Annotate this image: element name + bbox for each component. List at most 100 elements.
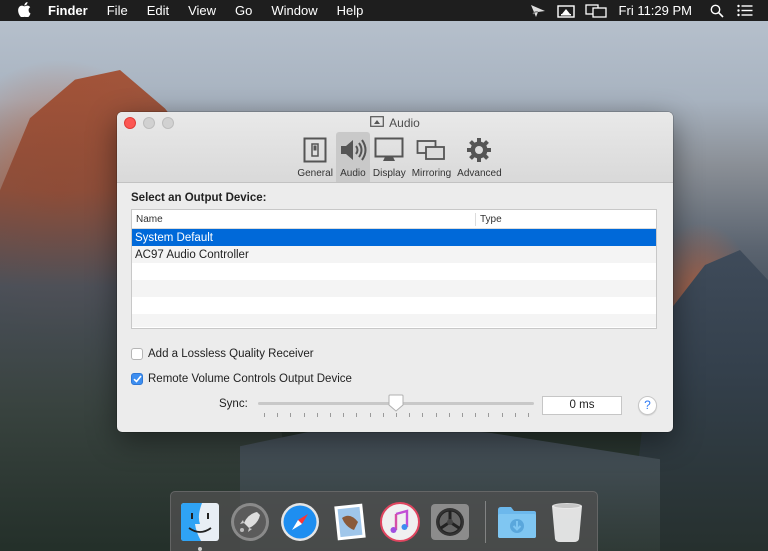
dock-itunes[interactable] [379,501,421,543]
slider-tick [369,413,371,417]
dock-mail[interactable] [329,501,371,543]
lossless-receiver-label: Add a Lossless Quality Receiver [148,347,314,360]
tab-audio-label: Audio [340,168,366,179]
tab-display-label: Display [372,168,406,179]
table-row-empty [132,263,656,280]
menu-edit[interactable]: Edit [147,3,169,18]
slider-tick [303,413,305,417]
finder-icon [181,502,219,541]
mirroring-icon [416,135,446,165]
checkmark-icon [132,374,142,383]
airplay-audio-icon [370,116,385,130]
tab-mirroring[interactable]: Mirroring [409,132,454,182]
slider-tick [435,413,437,417]
speaker-icon [339,135,367,165]
preferences-toolbar: General Audio Display Mirroring Advanced [117,132,673,182]
airplay-receiver-icon[interactable] [529,4,547,18]
gear-icon [466,135,492,165]
device-name: AC97 Audio Controller [135,248,249,261]
dock-trash[interactable] [546,501,588,543]
menu-window[interactable]: Window [271,3,317,18]
help-button[interactable]: ? [638,396,657,415]
slider-tick [528,413,529,417]
audio-preferences-window: Audio General Audio Display Mirroring Ad… [117,112,673,432]
tab-mirroring-label: Mirroring [411,168,452,179]
slider-tick [330,413,331,417]
lossless-receiver-checkbox[interactable] [131,347,143,360]
switch-icon [303,135,327,165]
slider-tick [356,413,358,417]
downloads-folder-icon [498,506,536,538]
slider-tick [396,413,397,417]
slider-tick [277,413,279,417]
output-device-table: Name Type System Default AC97 Audio Cont… [131,209,657,329]
menu-view[interactable]: View [188,3,216,18]
dock-system-preferences[interactable] [429,501,471,543]
sync-slider[interactable] [258,393,534,421]
slider-tick [290,413,292,417]
tab-general-label: General [297,168,333,179]
airplay-audio-icon[interactable] [556,4,575,18]
itunes-icon [380,501,420,542]
dock-finder[interactable] [179,501,221,551]
window-title: Audio [117,116,673,130]
window-titlebar[interactable]: Audio General Audio Display Mirroring Ad… [117,112,673,183]
slider-tick [448,413,450,417]
table-row[interactable]: System Default [132,229,656,246]
sync-label: Sync: [219,398,248,410]
menu-app-finder[interactable]: Finder [48,3,88,18]
menu-bar: Finder File Edit View Go Window Help Fri… [0,0,768,21]
apple-menu-icon[interactable] [16,1,32,20]
table-row-empty [132,280,656,297]
slider-tick [343,413,345,417]
dock-launchpad[interactable] [229,501,271,543]
dock [170,491,598,551]
window-title-text: Audio [389,116,420,130]
menu-help[interactable]: Help [337,3,364,18]
slider-tick [422,413,424,417]
slider-tick [409,413,411,417]
lossless-receiver-option[interactable]: Add a Lossless Quality Receiver [131,341,659,366]
sync-value-field[interactable]: 0 ms [542,396,622,415]
notification-center-icon[interactable] [736,4,754,18]
menu-go[interactable]: Go [235,3,252,18]
search-icon[interactable] [708,4,726,18]
table-row[interactable]: AC97 Audio Controller [132,246,656,263]
tab-advanced[interactable]: Advanced [454,132,504,182]
device-name: System Default [135,231,213,244]
remote-volume-option[interactable]: Remote Volume Controls Output Device [131,366,659,391]
safari-icon [281,502,319,541]
remote-volume-checkbox[interactable] [131,372,143,385]
audio-pane: Select an Output Device: Name Type Syste… [117,183,673,423]
dock-safari[interactable] [279,501,321,543]
table-row-empty [132,297,656,314]
slider-tick [316,413,318,417]
dock-downloads[interactable] [496,501,538,543]
sync-row: Sync: 0 ms ? [131,393,659,423]
trash-icon [552,502,582,542]
menu-file[interactable]: File [107,3,128,18]
slider-thumb[interactable] [388,394,404,412]
running-indicator [198,546,202,551]
output-device-heading: Select an Output Device: [131,192,267,204]
slider-tick [264,413,265,417]
remote-volume-label: Remote Volume Controls Output Device [148,372,352,385]
launchpad-icon [231,502,269,541]
slider-tick [382,413,384,417]
menu-clock[interactable]: Fri 11:29 PM [619,3,692,18]
tab-display[interactable]: Display [370,132,409,182]
tab-advanced-label: Advanced [457,168,502,179]
display-mirroring-icon[interactable] [584,3,607,18]
tab-general[interactable]: General [294,132,336,182]
column-header-type[interactable]: Type [476,214,502,225]
tab-audio[interactable]: Audio [335,132,370,182]
table-row-empty [132,314,656,327]
slider-tick [501,413,503,417]
slider-tick [475,413,477,417]
column-header-name[interactable]: Name [132,212,476,226]
mail-icon [334,503,366,540]
slider-tick [488,413,490,417]
table-header: Name Type [132,210,656,229]
slider-tick [514,413,516,417]
dock-separator [485,500,486,543]
